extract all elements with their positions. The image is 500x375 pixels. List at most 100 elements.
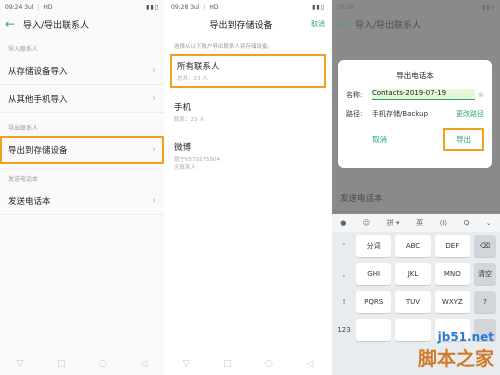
- cancel-button[interactable]: 取消: [346, 128, 413, 151]
- collapse-keyboard-icon[interactable]: ⌄: [486, 219, 492, 227]
- nav-home-icon[interactable]: ○: [99, 359, 107, 369]
- emoji-icon[interactable]: ☺: [363, 219, 370, 227]
- import-from-phone-row[interactable]: 从其他手机导入 ›: [0, 85, 164, 113]
- import-from-storage-row[interactable]: 从存储设备导入 ›: [0, 57, 164, 85]
- battery-icon: ▮▮▯: [482, 4, 495, 11]
- account-name: 微博: [174, 143, 192, 153]
- account-name: 所有联系人: [177, 62, 220, 72]
- send-phonebook-row: 发送电话本: [332, 184, 500, 212]
- punct-key[interactable]: !: [336, 298, 352, 306]
- nav-recent-icon[interactable]: ◁: [140, 359, 147, 369]
- status-time: 09:24: [5, 4, 23, 11]
- keyboard-row: , GHI JKL MNO 清空: [332, 260, 500, 288]
- row-label: 发送电话本: [8, 196, 51, 207]
- key[interactable]: [356, 319, 392, 341]
- section-import-label: 导入联系人: [8, 46, 39, 53]
- filename-input[interactable]: Contacts-2019-07-19: [372, 89, 476, 100]
- export-dialog-screen: 09:28 ▮▮▯ ← 导入/导出联系人 发送电话本 导出电话本 名称: Con…: [332, 0, 500, 375]
- title-bar: 导出到存储设备 取消: [166, 14, 330, 34]
- nav-bar: ▽ □ ○ ◁: [166, 353, 330, 375]
- row-label: 发送电话本: [340, 193, 383, 204]
- key[interactable]: 分词: [356, 235, 392, 257]
- cancel-button[interactable]: 取消: [311, 19, 325, 29]
- export-to-storage-screen: 09:28 3ul ⋮ HD ▮▮▯ 导出到存储设备 取消 选择从以下账户导出联…: [166, 0, 330, 375]
- english-switch[interactable]: 英: [416, 218, 423, 228]
- kb-toolbar-icon[interactable]: ●: [340, 219, 346, 227]
- key[interactable]: TUV: [395, 291, 431, 313]
- status-time: 09:28: [337, 4, 355, 11]
- back-arrow-icon: ←: [337, 17, 348, 31]
- pinyin-switch[interactable]: 拼 ▾: [387, 218, 400, 228]
- status-icons: 3ul ⋮ HD: [190, 4, 219, 11]
- account-count: 姚宁6579275904 无联系人: [174, 157, 220, 171]
- name-label: 名称:: [346, 90, 363, 99]
- back-arrow-icon[interactable]: ←: [5, 17, 23, 31]
- export-to-storage-row[interactable]: 导出到存储设备 ›: [0, 136, 164, 164]
- page-title: 导出到存储设备: [209, 20, 273, 31]
- chevron-right-icon: ›: [152, 144, 156, 155]
- path-field: 路径: 手机存储/Backup 更改路径: [346, 109, 484, 119]
- row-label: 从其他手机导入: [8, 94, 68, 105]
- keyboard-row: ! PQRS TUV WXYZ ?: [332, 288, 500, 316]
- account-count: 总共：23 人: [177, 76, 208, 82]
- watermark: jb51.net 脚本之家: [418, 330, 494, 371]
- dialog-title: 导出电话本: [396, 71, 434, 80]
- import-export-screen: 09:24 3ul ⋮ HD ▮▮▯ ← 导入/导出联系人 导入联系人 从存储设…: [0, 0, 164, 375]
- keyboard-toolbar: ● ☺ 拼 ▾ 英 ⟨I⟩ Q ⌄: [332, 214, 500, 232]
- export-button[interactable]: 导出: [443, 128, 484, 151]
- watermark-title: 脚本之家: [417, 348, 494, 370]
- key[interactable]: DEF: [434, 235, 470, 257]
- clear-icon[interactable]: ⊗: [478, 91, 484, 99]
- function-key[interactable]: ?: [473, 291, 496, 313]
- numbers-key[interactable]: 123: [336, 326, 352, 334]
- nav-back-icon[interactable]: ▽: [17, 359, 24, 369]
- page-title: 导入/导出联系人: [23, 20, 90, 31]
- instruction-text: 选择从以下账户导出联系人到存储设备。: [174, 44, 274, 50]
- section-export-label: 导出联系人: [8, 125, 39, 132]
- punct-key[interactable]: ': [336, 242, 352, 250]
- key[interactable]: MNO: [434, 263, 470, 285]
- export-dialog: 导出电话本 名称: Contacts-2019-07-19 ⊗ 路径: 手机存储…: [338, 60, 492, 168]
- search-icon[interactable]: Q: [464, 219, 470, 227]
- chevron-right-icon: ›: [152, 93, 156, 104]
- nav-back-icon[interactable]: ▽: [183, 359, 190, 369]
- page-title: 导入/导出联系人: [355, 20, 422, 31]
- key[interactable]: ABC: [395, 235, 431, 257]
- send-phonebook-row[interactable]: 发送电话本 ›: [0, 187, 164, 215]
- status-bar: 09:28 3ul ⋮ HD ▮▮▯: [166, 0, 330, 14]
- status-icons: 3ul ⋮ HD: [24, 4, 53, 11]
- dialog-buttons: 取消 导出: [346, 128, 484, 151]
- key[interactable]: JKL: [395, 263, 431, 285]
- account-phone[interactable]: 手机 联系：23 人: [166, 96, 330, 128]
- key[interactable]: WXYZ: [434, 291, 470, 313]
- keyboard: ● ☺ 拼 ▾ 英 ⟨I⟩ Q ⌄ ' 分词 ABC DEF ⌫ , GHI J…: [332, 214, 500, 375]
- punct-key[interactable]: ,: [336, 270, 352, 278]
- path-label: 路径:: [346, 110, 363, 118]
- nav-square-icon[interactable]: □: [223, 359, 232, 369]
- watermark-url: jb51.net: [437, 330, 494, 344]
- section-send-label: 发送电话本: [8, 176, 39, 183]
- change-path-link[interactable]: 更改路径: [456, 109, 484, 119]
- name-field: 名称: Contacts-2019-07-19 ⊗: [346, 89, 484, 100]
- cursor-icon[interactable]: ⟨I⟩: [440, 219, 448, 227]
- chevron-right-icon: ›: [152, 195, 156, 206]
- keyboard-row: ' 分词 ABC DEF ⌫: [332, 232, 500, 260]
- title-bar: ← 导入/导出联系人: [332, 14, 500, 34]
- backspace-key[interactable]: ⌫: [473, 235, 496, 257]
- key[interactable]: PQRS: [356, 291, 392, 313]
- nav-recent-icon[interactable]: ◁: [306, 359, 313, 369]
- key[interactable]: GHI: [356, 263, 392, 285]
- account-name: 手机: [174, 103, 192, 113]
- account-weibo[interactable]: 微博 姚宁6579275904 无联系人: [166, 136, 330, 176]
- nav-home-icon[interactable]: ○: [265, 359, 273, 369]
- nav-bar: ▽ □ ○ ◁: [0, 353, 164, 375]
- battery-icon: ▮▮▯: [146, 4, 159, 11]
- nav-square-icon[interactable]: □: [57, 359, 66, 369]
- account-all-contacts[interactable]: 所有联系人 总共：23 人: [170, 54, 326, 88]
- status-bar: 09:28 ▮▮▯: [332, 0, 500, 14]
- account-count: 联系：23 人: [174, 117, 205, 123]
- title-bar: ← 导入/导出联系人: [0, 14, 164, 34]
- clear-key[interactable]: 清空: [473, 263, 496, 285]
- status-time: 09:28: [171, 4, 189, 11]
- battery-icon: ▮▮▯: [312, 4, 325, 11]
